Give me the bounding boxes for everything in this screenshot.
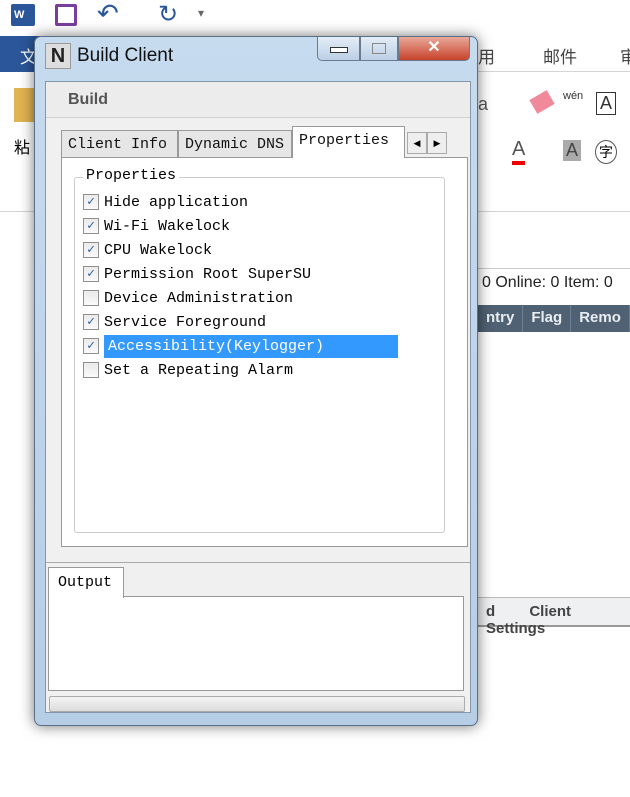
window-title: Build Client (77, 45, 174, 66)
property-item[interactable]: ✓ Wi-Fi Wakelock (83, 214, 398, 238)
char-border-icon[interactable]: A (596, 92, 617, 115)
checkbox[interactable]: ✓ (83, 338, 99, 354)
paste-label[interactable]: 粘 (14, 134, 30, 158)
tab-scroll-right-button[interactable]: ▶ (427, 132, 447, 154)
property-label: Wi-Fi Wakelock (104, 217, 231, 235)
property-item[interactable]: ✓ CPU Wakelock (83, 238, 398, 262)
section-header: Build (46, 82, 470, 118)
ribbon-tab-mailings[interactable]: 邮件 (543, 43, 577, 68)
background-app (470, 212, 630, 797)
tab-client-info[interactable]: Client Info (61, 130, 178, 158)
checkbox[interactable] (83, 362, 99, 378)
enclose-char-icon[interactable]: 字 (595, 140, 617, 164)
property-label: Accessibility(Keylogger) (104, 334, 398, 358)
column-flag[interactable]: Flag (523, 305, 572, 332)
font-size-dropdown[interactable]: a (478, 94, 488, 115)
property-item[interactable]: Device Administration (83, 286, 398, 310)
property-label: Device Administration (104, 289, 294, 307)
maximize-button[interactable] (360, 37, 398, 61)
checkbox[interactable]: ✓ (83, 266, 99, 282)
char-shading-icon[interactable]: A (563, 140, 582, 161)
close-button[interactable]: ✕ (398, 37, 470, 61)
redo-icon[interactable]: ↻ (158, 0, 178, 29)
properties-panel: Properties ✓ Hide application ✓ Wi-Fi Wakel… (61, 157, 468, 547)
tab-properties[interactable]: Properties (292, 126, 405, 158)
property-label: Set a Repeating Alarm (104, 361, 294, 379)
output-section: Output (46, 562, 470, 692)
column-header: ntry Flag Remo (478, 305, 630, 332)
property-item[interactable]: ✓ Accessibility(Keylogger) (83, 334, 398, 358)
customize-icon[interactable]: ▾ (198, 6, 204, 20)
property-item[interactable]: ✓ Hide application (83, 190, 398, 214)
properties-groupbox: Properties ✓ Hide application ✓ Wi-Fi Wakel… (74, 167, 445, 533)
property-label: CPU Wakelock (104, 241, 213, 259)
ribbon-tab-review[interactable]: 审 (620, 43, 630, 68)
property-label: Service Foreground (104, 313, 267, 331)
font-color-icon[interactable]: A (512, 138, 526, 165)
minimize-button[interactable] (317, 37, 360, 61)
checkbox[interactable]: ✓ (83, 218, 99, 234)
clear-format-icon[interactable] (529, 90, 555, 114)
undo-icon[interactable]: ↶ (97, 0, 119, 29)
tab-scroll-left-button[interactable]: ◀ (407, 132, 427, 154)
checkbox[interactable]: ✓ (83, 314, 99, 330)
output-textarea[interactable] (48, 596, 464, 691)
bottom-tab-bar[interactable]: d Client Settings (478, 597, 630, 637)
build-client-window: N Build Client ✕ Build Client Info Dynam… (34, 36, 478, 726)
groupbox-label: Properties (83, 167, 180, 184)
property-item[interactable]: ✓ Permission Root SuperSU (83, 262, 398, 286)
app-logo-icon: N (45, 43, 71, 69)
phonetic-guide-icon[interactable]: wén (563, 90, 583, 102)
tab-dynamic-dns[interactable]: Dynamic DNS (178, 130, 292, 158)
quick-access-toolbar: W ↶ ↻ ▾ (0, 0, 630, 36)
checkbox[interactable]: ✓ (83, 242, 99, 258)
property-label: Hide application (104, 193, 249, 211)
column-country[interactable]: ntry (478, 305, 524, 332)
column-remote[interactable]: Remo (571, 305, 630, 332)
ribbon-tab[interactable]: 用 (478, 43, 495, 68)
property-item[interactable]: ✓ Service Foreground (83, 310, 398, 334)
client-area: Build Client Info Dynamic DNS Properties… (45, 81, 471, 713)
checkbox[interactable]: ✓ (83, 194, 99, 210)
checkbox[interactable] (83, 290, 99, 306)
property-item[interactable]: Set a Repeating Alarm (83, 358, 398, 382)
build-progress-bar (49, 696, 465, 712)
word-icon: W (11, 4, 35, 26)
property-label: Permission Root SuperSU (104, 265, 312, 283)
save-icon[interactable] (55, 4, 77, 26)
tab-output[interactable]: Output (48, 567, 124, 598)
status-text: 0 Online: 0 Item: 0 (478, 268, 630, 298)
